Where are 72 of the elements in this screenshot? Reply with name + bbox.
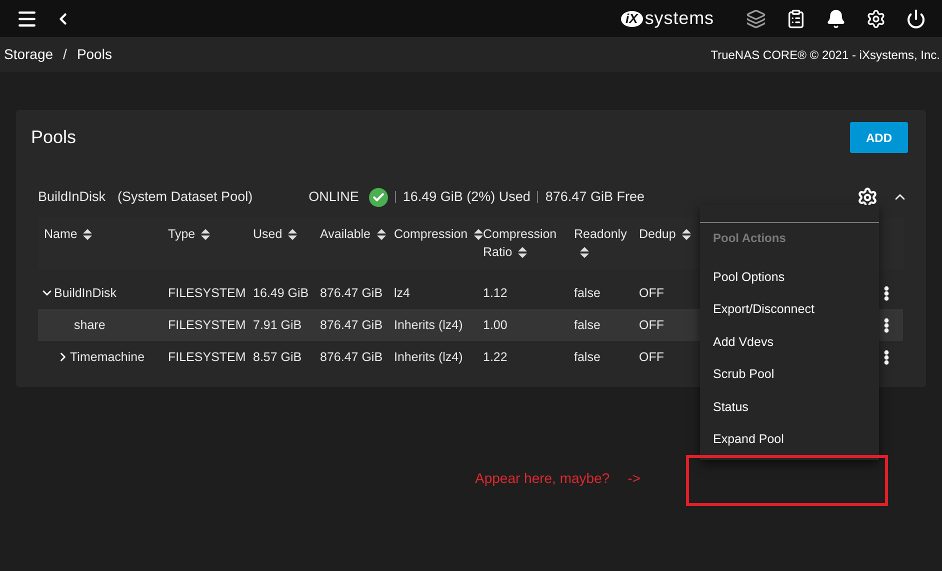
column-header[interactable]: Type <box>168 225 210 243</box>
menu-item[interactable]: Pool Options <box>700 261 879 294</box>
table-cell-text: 876.47 GiB <box>320 316 384 334</box>
sort-icon[interactable] <box>376 229 386 240</box>
power-icon[interactable] <box>906 8 926 28</box>
table-cell-text: 876.47 GiB <box>320 284 384 302</box>
breadcrumb-link[interactable]: Storage <box>4 44 54 65</box>
table-cell-text: share <box>73 316 106 334</box>
table-row[interactable]: BuildInDisk FILESYSTEM 16.49 GiB 876.47 GiB lz4 1.12 false OFF <box>38 277 700 309</box>
table-cell-text: 1.12 <box>483 284 508 302</box>
column-header[interactable]: Dedup <box>639 225 691 243</box>
more-options-button[interactable] <box>879 309 903 341</box>
table-cell-text: Timemachine <box>70 348 145 366</box>
table-cell-text: lz4 <box>394 284 411 302</box>
card-title: Pools <box>31 126 76 149</box>
sort-icon[interactable] <box>682 229 691 240</box>
more-options-icon <box>884 286 889 300</box>
sort-icon[interactable] <box>580 247 589 258</box>
menu-heading: Pool Actions <box>712 230 787 247</box>
table-cell-text: 16.49 GiB <box>253 284 310 302</box>
notifications-icon[interactable] <box>826 8 846 28</box>
column-header[interactable]: Readonly <box>574 225 639 261</box>
table-row[interactable]: share FILESYSTEM 7.91 GiB 876.47 GiB Inherits (lz4) 1.00 false OFF <box>38 309 700 341</box>
pool-free: 876.47 GiB Free <box>545 188 644 206</box>
table-cell-text: 1.00 <box>483 316 508 334</box>
menu-item[interactable]: Scrub Pool <box>700 358 879 391</box>
table-cell-text: OFF <box>639 348 665 366</box>
table-cell-text: false <box>574 316 602 334</box>
table-cell-text: FILESYSTEM <box>168 316 247 334</box>
settings-icon[interactable] <box>866 8 886 28</box>
column-header[interactable]: Compression <box>394 225 483 243</box>
column-header[interactable]: Available <box>320 225 386 243</box>
pool-name: BuildInDisk <box>38 188 106 206</box>
table-row[interactable]: Timemachine FILESYSTEM 8.57 GiB 876.47 GiB Inherits (lz4) 1.22 false OFF <box>38 341 700 373</box>
table-cell-text: 1.22 <box>483 348 508 366</box>
sort-icon[interactable] <box>518 247 528 258</box>
table-cell-text: OFF <box>639 284 665 302</box>
table-cell-text: 876.47 GiB <box>320 348 384 366</box>
table-cell-text: Inherits (lz4) <box>394 316 464 334</box>
more-options-icon <box>884 350 889 364</box>
column-header[interactable]: Name <box>44 225 92 243</box>
table-cell-text: false <box>574 284 602 302</box>
logo: iX systems <box>620 5 714 32</box>
column-header[interactable]: Compression Ratio <box>483 225 574 261</box>
menu-item[interactable]: Export/Disconnect <box>700 294 879 326</box>
table-cell-text: 7.91 GiB <box>253 316 303 334</box>
more-options-icon <box>884 318 889 332</box>
copyright-text: TrueNAS CORE® © 2021 - iXsystems, Inc. <box>710 46 940 64</box>
menu-item[interactable]: Status <box>700 391 879 424</box>
sort-icon[interactable] <box>83 229 92 240</box>
table-cell-text: 8.57 GiB <box>253 348 303 366</box>
table-cell-text: BuildInDisk <box>54 284 117 302</box>
sort-icon[interactable] <box>474 229 483 240</box>
pool-status: ONLINE <box>308 188 359 206</box>
table-cell-text: FILESYSTEM <box>168 284 247 302</box>
breadcrumb-separator: / <box>63 45 67 64</box>
table-cell-text: FILESYSTEM <box>168 348 247 366</box>
annotation-text: Appear here, maybe? -> <box>475 469 640 488</box>
sort-icon[interactable] <box>288 229 298 240</box>
layers-icon[interactable] <box>746 8 766 28</box>
pool-description: (System Dataset Pool) <box>118 188 253 206</box>
table-cell-text: false <box>574 348 602 366</box>
breadcrumb-link[interactable]: Pools <box>76 44 112 65</box>
menu-item[interactable]: Expand Pool <box>700 424 879 456</box>
clipboard-icon[interactable] <box>786 8 806 28</box>
menu-item[interactable]: Add Vdevs <box>700 326 879 358</box>
table-cell-text: Inherits (lz4) <box>394 348 464 366</box>
table-cell-text: OFF <box>639 316 665 334</box>
pool-used: 16.49 GiB (2%) Used <box>402 188 530 206</box>
column-header[interactable]: Used <box>253 225 298 243</box>
sort-icon[interactable] <box>201 229 210 240</box>
settings-icon[interactable] <box>857 186 878 208</box>
